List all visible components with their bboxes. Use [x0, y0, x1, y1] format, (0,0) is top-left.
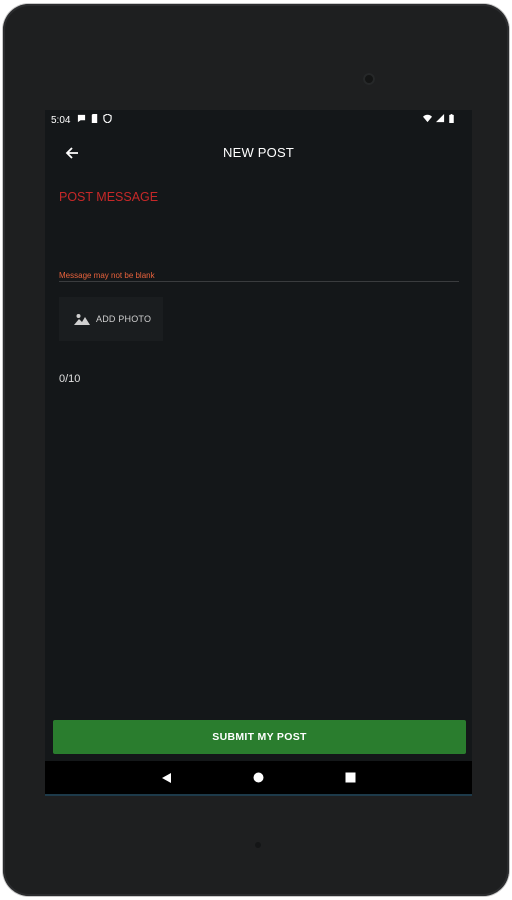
submit-post-button[interactable]: SUBMIT MY POST	[53, 720, 466, 754]
shield-icon	[103, 114, 112, 123]
add-photo-label: ADD PHOTO	[96, 314, 152, 324]
nav-back-icon[interactable]	[161, 772, 173, 784]
wifi-icon	[423, 114, 432, 123]
status-bar: 5:04	[45, 110, 472, 130]
input-underline	[59, 281, 459, 282]
page-title: NEW POST	[223, 145, 294, 160]
message-notification-icon	[77, 114, 86, 123]
post-message-label: POST MESSAGE	[59, 190, 159, 204]
tablet-frame: 5:04 NEW POST POST MESSAGE Message may n…	[3, 4, 509, 896]
ambient-sensor	[255, 842, 261, 848]
add-photo-button[interactable]: ADD PHOTO	[59, 297, 163, 341]
cell-signal-icon	[436, 114, 445, 123]
nav-recents-icon[interactable]	[345, 772, 356, 783]
image-icon	[74, 314, 90, 325]
app-bar: NEW POST	[45, 130, 472, 176]
sim-card-icon	[91, 114, 98, 123]
nav-home-icon[interactable]	[253, 772, 264, 783]
character-counter: 0/10	[59, 373, 81, 385]
post-message-input[interactable]	[59, 210, 459, 280]
app-screen: 5:04 NEW POST POST MESSAGE Message may n…	[45, 110, 472, 796]
message-error-text: Message may not be blank	[59, 271, 155, 280]
status-time: 5:04	[51, 115, 71, 126]
notification-icons	[77, 114, 112, 123]
front-camera	[363, 73, 375, 85]
system-status-icons	[423, 114, 454, 123]
system-nav-bar	[45, 761, 472, 796]
battery-icon	[449, 114, 454, 123]
